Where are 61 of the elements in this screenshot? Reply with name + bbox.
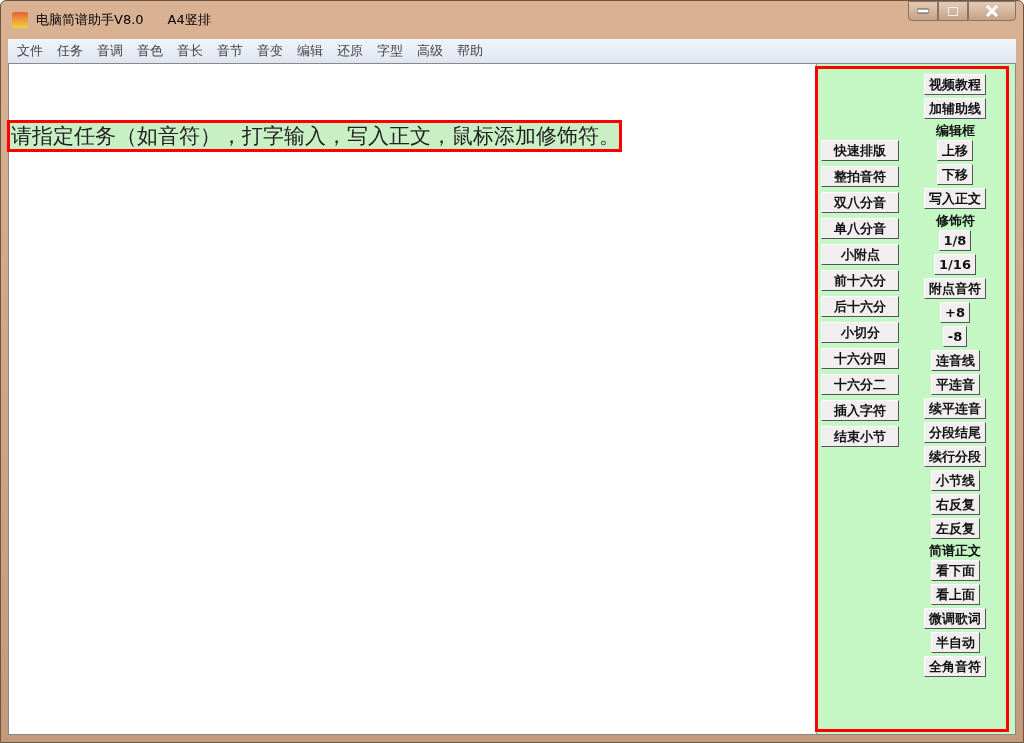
menu-item[interactable]: 音长 bbox=[170, 41, 210, 61]
tool-button[interactable]: 1/8 bbox=[938, 230, 972, 251]
tool-button[interactable]: 整拍音符 bbox=[821, 166, 899, 187]
tool-button[interactable]: -8 bbox=[942, 326, 968, 347]
menu-item[interactable]: 音色 bbox=[130, 41, 170, 61]
tool-button[interactable]: 1/16 bbox=[934, 254, 976, 275]
menu-item[interactable]: 任务 bbox=[50, 41, 90, 61]
tool-button[interactable]: 左反复 bbox=[930, 518, 980, 539]
tool-button[interactable]: 快速排版 bbox=[821, 140, 899, 161]
tool-button[interactable]: 视频教程 bbox=[924, 74, 986, 95]
tool-button[interactable]: 微调歌词 bbox=[924, 608, 986, 629]
tool-button[interactable]: 加辅助线 bbox=[924, 98, 986, 119]
tool-button[interactable]: 半自动 bbox=[930, 632, 980, 653]
menu-item[interactable]: 还原 bbox=[330, 41, 370, 61]
maximize-button[interactable] bbox=[938, 1, 968, 21]
app-icon bbox=[12, 12, 28, 28]
window-title: 电脑简谱助手V8.0 bbox=[36, 11, 144, 30]
menu-item[interactable]: 音调 bbox=[90, 41, 130, 61]
group-label: 修饰符 bbox=[935, 212, 975, 227]
prompt-text: 请指定任务（如音符），打字输入，写入正文，鼠标添加修饰符。 bbox=[9, 122, 620, 150]
minimize-button[interactable] bbox=[908, 1, 938, 21]
tool-button[interactable]: 写入正文 bbox=[924, 188, 986, 209]
tool-button[interactable]: 下移 bbox=[937, 164, 973, 185]
tool-button[interactable]: +8 bbox=[940, 302, 970, 323]
close-icon bbox=[986, 5, 998, 17]
close-button[interactable] bbox=[968, 1, 1016, 21]
menu-item[interactable]: 文件 bbox=[10, 41, 50, 61]
menu-item[interactable]: 帮助 bbox=[450, 41, 490, 61]
group-label: 编辑框 bbox=[935, 122, 975, 137]
tool-button[interactable]: 双八分音 bbox=[821, 192, 899, 213]
tool-button[interactable]: 看下面 bbox=[930, 560, 980, 581]
tool-button[interactable]: 单八分音 bbox=[821, 218, 899, 239]
tool-button[interactable]: 插入字符 bbox=[821, 400, 899, 421]
menu-item[interactable]: 编辑 bbox=[290, 41, 330, 61]
tool-button[interactable]: 右反复 bbox=[930, 494, 980, 515]
menu-item[interactable]: 字型 bbox=[370, 41, 410, 61]
tool-button[interactable]: 小附点 bbox=[821, 244, 899, 265]
tool-button[interactable]: 十六分四 bbox=[821, 348, 899, 369]
tool-button[interactable]: 看上面 bbox=[930, 584, 980, 605]
tool-button[interactable]: 附点音符 bbox=[924, 278, 986, 299]
tool-button[interactable]: 平连音 bbox=[930, 374, 980, 395]
maximize-icon bbox=[948, 6, 958, 16]
menu-item[interactable]: 音变 bbox=[250, 41, 290, 61]
tool-button[interactable]: 上移 bbox=[937, 140, 973, 161]
minimize-icon bbox=[917, 8, 929, 14]
tool-button[interactable]: 小节线 bbox=[930, 470, 980, 491]
tool-button[interactable]: 续平连音 bbox=[924, 398, 986, 419]
tool-button[interactable]: 结束小节 bbox=[821, 426, 899, 447]
group-label: 简谱正文 bbox=[929, 542, 981, 557]
tool-button[interactable]: 全角音符 bbox=[924, 656, 986, 677]
tool-button[interactable]: 前十六分 bbox=[821, 270, 899, 291]
tool-button[interactable]: 后十六分 bbox=[821, 296, 899, 317]
tool-button[interactable]: 小切分 bbox=[821, 322, 899, 343]
layout-mode-label: A4竖排 bbox=[167, 11, 211, 30]
menu-item[interactable]: 高级 bbox=[410, 41, 450, 61]
tool-button[interactable]: 十六分二 bbox=[821, 374, 899, 395]
menu-item[interactable]: 音节 bbox=[210, 41, 250, 61]
tool-button[interactable]: 续行分段 bbox=[924, 446, 986, 467]
editor-area[interactable]: 请指定任务（如音符），打字输入，写入正文，鼠标添加修饰符。 bbox=[9, 64, 817, 734]
tool-button[interactable]: 连音线 bbox=[930, 350, 980, 371]
tool-button[interactable]: 分段结尾 bbox=[924, 422, 986, 443]
